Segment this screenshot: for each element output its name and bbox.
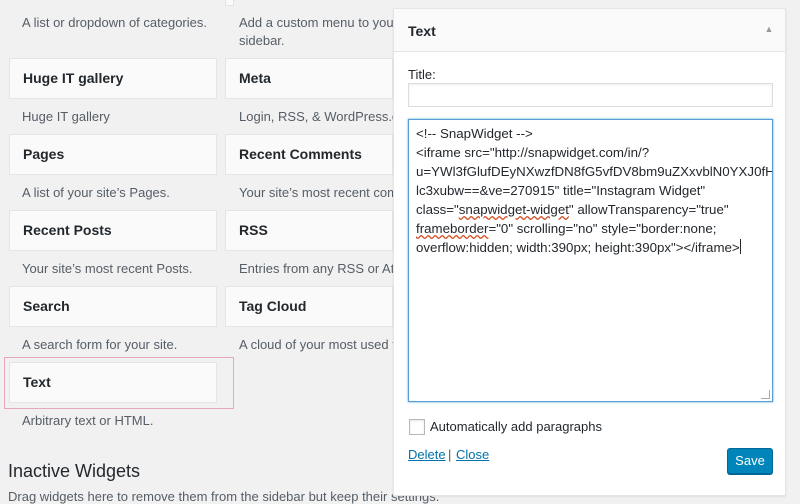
widget-desc: A list of your site’s Pages. bbox=[22, 185, 170, 200]
widget-title: Tag Cloud bbox=[239, 298, 307, 314]
widget-text[interactable]: Text bbox=[9, 362, 217, 403]
widget-desc: Login, RSS, & WordPress.org li bbox=[239, 109, 393, 124]
title-input[interactable] bbox=[408, 83, 773, 107]
widget-desc: A search form for your site. bbox=[22, 337, 178, 352]
content-line: lc3xubw==&ve=270915" title="Instagram Wi… bbox=[416, 183, 706, 198]
widget-desc: Entries from any RSS or Atom bbox=[239, 261, 393, 276]
widget-desc-custom-menu: Add a custom menu to your bbox=[239, 15, 398, 30]
inactive-widgets-desc: Drag widgets here to remove them from th… bbox=[8, 489, 440, 504]
content-line: <!-- SnapWidget --> bbox=[416, 126, 533, 141]
widget-desc-custom-menu-2: sidebar. bbox=[239, 33, 285, 48]
widget-title: Meta bbox=[239, 70, 271, 86]
content-line: " allowTransparency="true" bbox=[568, 202, 729, 217]
link-separator: | bbox=[448, 447, 452, 462]
save-button[interactable]: Save bbox=[727, 448, 773, 474]
content-line: ="0" scrolling="no" style="border:none; bbox=[488, 221, 717, 236]
auto-paragraphs-label[interactable]: Automatically add paragraphs bbox=[430, 419, 602, 434]
widget-desc: Arbitrary text or HTML. bbox=[22, 413, 154, 428]
widget-desc: A cloud of your most used tag bbox=[239, 337, 393, 352]
content-line: class=" bbox=[416, 202, 459, 217]
auto-paragraphs-checkbox[interactable] bbox=[409, 419, 425, 435]
widget-title: Text bbox=[23, 374, 51, 390]
content-textarea[interactable]: <!-- SnapWidget --> <iframe src="http://… bbox=[408, 119, 773, 402]
spellcheck-word: frameborder bbox=[416, 221, 489, 236]
widget-title: Recent Comments bbox=[239, 146, 362, 162]
widget-custom-menu[interactable] bbox=[225, 0, 234, 6]
widget-desc: Your site’s most recent Posts. bbox=[22, 261, 193, 276]
widget-title: Search bbox=[23, 298, 70, 314]
widget-desc: Your site’s most recent comme bbox=[239, 185, 393, 200]
content-line: overflow:hidden; width:390px; height:390… bbox=[416, 240, 740, 255]
content-line: <iframe src="http://snapwidget.com/in/? bbox=[416, 145, 650, 160]
spellcheck-word: snapwidget-widget bbox=[458, 202, 569, 217]
collapse-arrow-icon[interactable]: ▲ bbox=[761, 21, 777, 37]
widget-search[interactable]: Search bbox=[9, 286, 217, 327]
inactive-widgets-title: Inactive Widgets bbox=[8, 461, 141, 481]
widget-meta[interactable]: Meta bbox=[225, 58, 393, 99]
widget-rss[interactable]: RSS bbox=[225, 210, 393, 251]
text-widget-editor: Text ▲ Title: <!-- SnapWidget --> <ifram… bbox=[393, 8, 786, 496]
widget-title: Recent Posts bbox=[23, 222, 112, 238]
widget-pages[interactable]: Pages bbox=[9, 134, 217, 175]
widget-tag-cloud[interactable]: Tag Cloud bbox=[225, 286, 393, 327]
widget-title: Huge IT gallery bbox=[23, 70, 124, 86]
widget-recent-comments[interactable]: Recent Comments bbox=[225, 134, 393, 175]
delete-link[interactable]: Delete bbox=[408, 447, 446, 462]
widget-title: RSS bbox=[239, 222, 268, 238]
widget-title: Pages bbox=[23, 146, 65, 162]
content-line: u=YWl3fGlufDEyNXwzfDN8fG5vfDV8bm9uZXxvbl… bbox=[416, 164, 773, 179]
close-link[interactable]: Close bbox=[456, 447, 489, 462]
text-caret bbox=[739, 239, 741, 254]
widget-desc-categories: A list or dropdown of categories. bbox=[22, 15, 207, 30]
widget-recent-posts[interactable]: Recent Posts bbox=[9, 210, 217, 251]
widget-huge-it-gallery[interactable]: Huge IT gallery bbox=[9, 58, 217, 99]
resize-grip-icon[interactable] bbox=[761, 390, 770, 399]
editor-header[interactable]: Text ▲ bbox=[394, 9, 785, 52]
title-label: Title: bbox=[408, 67, 436, 82]
widget-desc: Huge IT gallery bbox=[22, 109, 110, 124]
editor-title: Text bbox=[408, 23, 436, 39]
